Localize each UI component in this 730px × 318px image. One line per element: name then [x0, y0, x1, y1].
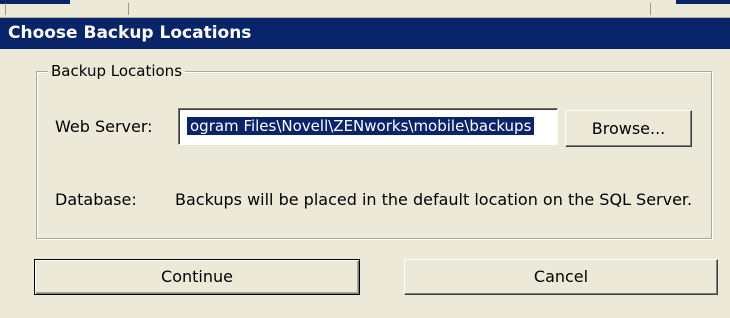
backup-locations-group: [36, 71, 712, 239]
continue-button[interactable]: Continue: [34, 259, 360, 295]
background-window-strip: [0, 0, 730, 18]
cancel-button[interactable]: Cancel: [404, 259, 718, 295]
divider: [5, 3, 6, 15]
dialog-title: Choose Backup Locations: [8, 23, 252, 43]
dialog-title-bar[interactable]: Choose Backup Locations: [0, 18, 730, 49]
web-server-path-input[interactable]: ogram Files\Novell\ZENworks\mobile\backu…: [178, 108, 558, 145]
background-window-edge: [676, 0, 730, 4]
divider: [650, 3, 651, 15]
database-message: Backups will be placed in the default lo…: [175, 190, 693, 209]
group-legend: Backup Locations: [48, 62, 186, 80]
web-server-path-value: ogram Files\Novell\ZENworks\mobile\backu…: [185, 116, 536, 136]
divider: [128, 3, 129, 15]
background-window-edge: [0, 0, 70, 4]
browse-button[interactable]: Browse...: [565, 110, 692, 147]
web-server-label: Web Server:: [55, 117, 153, 136]
database-label: Database:: [55, 190, 137, 209]
